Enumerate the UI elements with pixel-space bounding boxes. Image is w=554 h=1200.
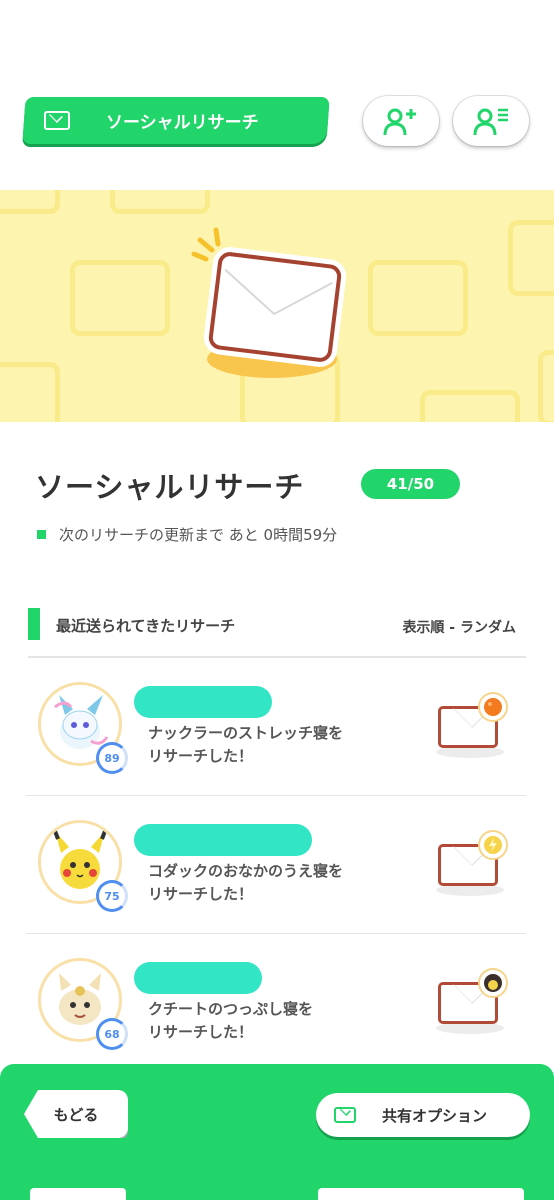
research-list-item[interactable]: 89 ナックラーのストレッチ寝を リサーチした！ xyxy=(26,658,526,796)
level-badge: 89 xyxy=(96,742,128,774)
level-badge: 75 xyxy=(96,880,128,912)
redacted-username xyxy=(134,686,272,718)
update-timer: 次のリサーチの更新まで あと 0時間59分 xyxy=(37,524,337,545)
section-title: 最近送られてきたリサーチ xyxy=(56,617,236,635)
research-message-line1: コダックのおなかのうえ寝を xyxy=(148,862,344,880)
research-message-line2: リサーチした！ xyxy=(148,747,254,765)
research-list-item[interactable]: 68 クチートのつっぷし寝を リサーチした！ xyxy=(26,934,526,1072)
research-count-badge: 41/50 xyxy=(361,469,460,499)
bottom-bar: もどる 共有オプション xyxy=(0,1064,554,1200)
level-badge: 68 xyxy=(96,1018,128,1050)
share-options-label: 共有オプション xyxy=(382,1106,488,1125)
research-message: コダックのおなかのうえ寝を リサーチした！ xyxy=(148,860,343,906)
berry-badge-icon xyxy=(478,692,508,722)
back-button[interactable]: もどる xyxy=(24,1090,128,1138)
page-title: ソーシャルリサーチ xyxy=(35,470,305,504)
social-research-title-button[interactable]: ソーシャルリサーチ xyxy=(22,97,330,144)
header-title-label: ソーシャルリサーチ xyxy=(106,113,259,133)
mail-icon xyxy=(44,111,70,130)
tab-stub xyxy=(318,1188,524,1200)
add-friend-button[interactable] xyxy=(363,96,439,146)
friend-list-icon xyxy=(473,108,508,136)
bullet-icon xyxy=(37,530,46,539)
tab-stub xyxy=(30,1188,126,1200)
research-banner xyxy=(0,190,554,422)
add-friend-icon xyxy=(383,108,416,136)
sort-order-toggle[interactable]: 表示順 - ランダム xyxy=(402,617,516,637)
redacted-username xyxy=(134,824,312,856)
redacted-username xyxy=(134,962,262,994)
research-message-line1: クチートのつっぷし寝を xyxy=(148,1000,314,1018)
section-header: 最近送られてきたリサーチ 表示順 - ランダム xyxy=(28,608,526,658)
research-message: ナックラーのストレッチ寝を リサーチした！ xyxy=(148,722,343,768)
research-message-line2: リサーチした！ xyxy=(148,1023,254,1041)
mail-icon xyxy=(334,1107,356,1123)
section-marker xyxy=(28,608,40,640)
pokemon-badge-icon xyxy=(478,968,508,998)
research-message-line2: リサーチした！ xyxy=(148,885,254,903)
research-message-line1: ナックラーのストレッチ寝を xyxy=(148,724,344,742)
envelope-icon xyxy=(207,250,343,364)
update-timer-text: 次のリサーチの更新まで あと 0時間59分 xyxy=(59,526,338,544)
share-options-button[interactable]: 共有オプション xyxy=(316,1093,530,1137)
research-list-item[interactable]: 75 コダックのおなかのうえ寝を リサーチした！ xyxy=(26,796,526,934)
friend-list-button[interactable] xyxy=(453,96,529,146)
lightning-badge-icon xyxy=(478,830,508,860)
research-message: クチートのつっぷし寝を リサーチした！ xyxy=(148,998,313,1044)
